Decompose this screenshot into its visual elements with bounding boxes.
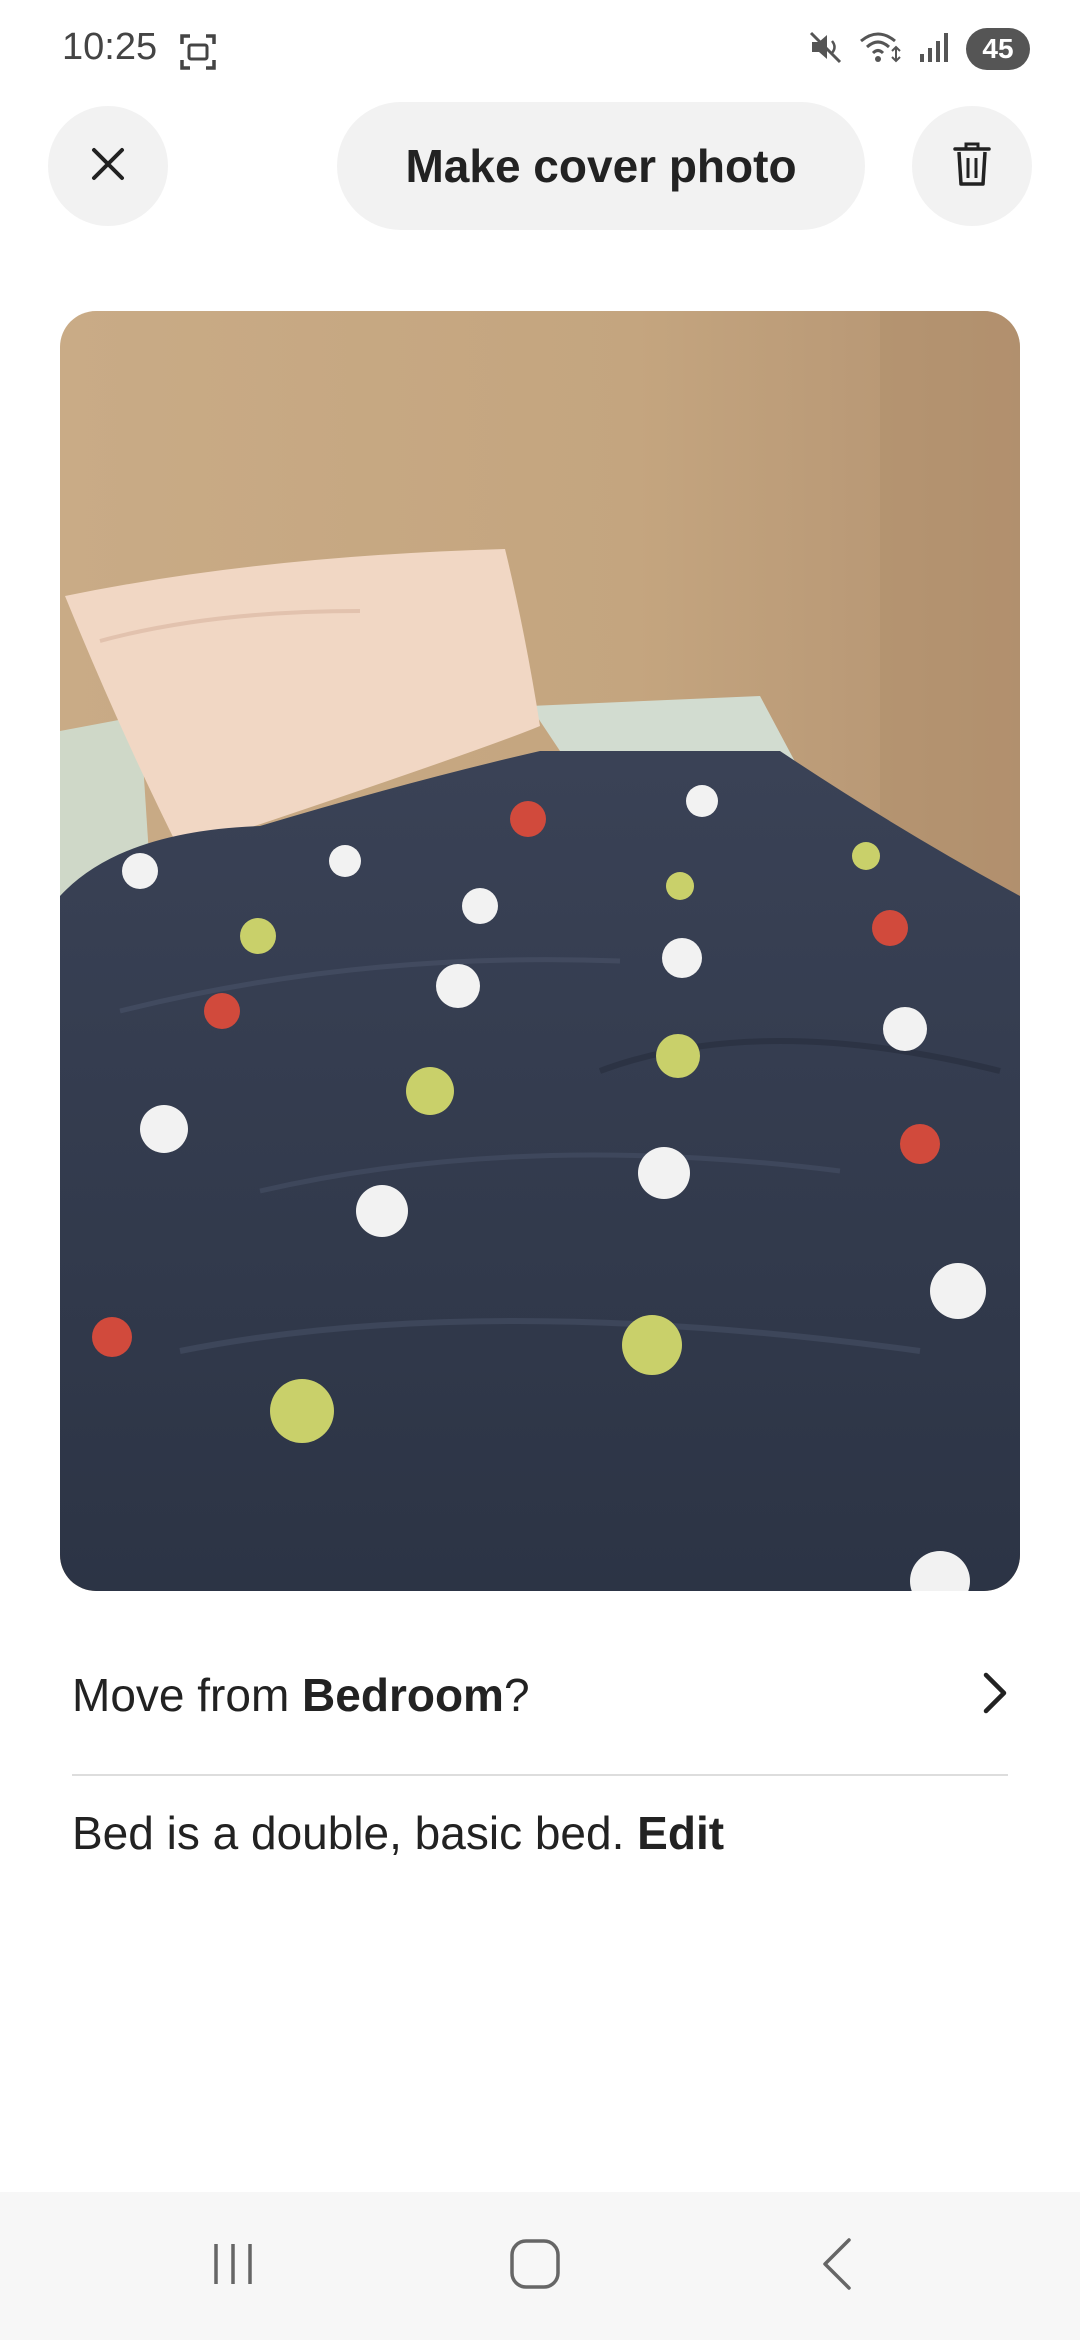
home-button[interactable]	[475, 2236, 595, 2296]
move-room-text: Move from Bedroom?	[72, 1668, 530, 1722]
signal-icon	[918, 30, 952, 69]
bed-description: Bed is a double, basic bed.	[72, 1807, 638, 1859]
divider	[72, 1774, 1008, 1776]
system-nav-bar	[0, 2192, 1080, 2340]
recents-button[interactable]	[173, 2236, 293, 2296]
recents-icon	[208, 2239, 258, 2294]
status-time: 10:25	[62, 26, 158, 68]
bed-info-row: Bed is a double, basic bed. Edit	[72, 1806, 724, 1860]
mute-icon	[808, 29, 844, 70]
trash-icon	[952, 140, 992, 193]
delete-button[interactable]	[912, 106, 1032, 226]
chevron-right-icon	[980, 1671, 1008, 1720]
back-button[interactable]	[777, 2236, 897, 2296]
close-button[interactable]	[48, 106, 168, 226]
screenshot-icon	[178, 32, 218, 77]
move-suffix: ?	[503, 1669, 530, 1721]
back-icon	[817, 2236, 857, 2297]
edit-bed-link[interactable]: Edit	[637, 1807, 724, 1859]
battery-indicator: 45	[966, 28, 1030, 70]
status-bar: 10:25 45	[0, 0, 1080, 100]
make-cover-photo-button[interactable]: Make cover photo	[337, 102, 865, 230]
bed-photo[interactable]	[60, 311, 1020, 1591]
close-icon	[88, 144, 128, 189]
room-name: Bedroom	[302, 1669, 504, 1721]
move-room-row[interactable]: Move from Bedroom?	[72, 1645, 1008, 1745]
home-icon	[508, 2237, 562, 2296]
move-prefix: Move from	[72, 1669, 303, 1721]
wifi-icon	[858, 29, 904, 70]
